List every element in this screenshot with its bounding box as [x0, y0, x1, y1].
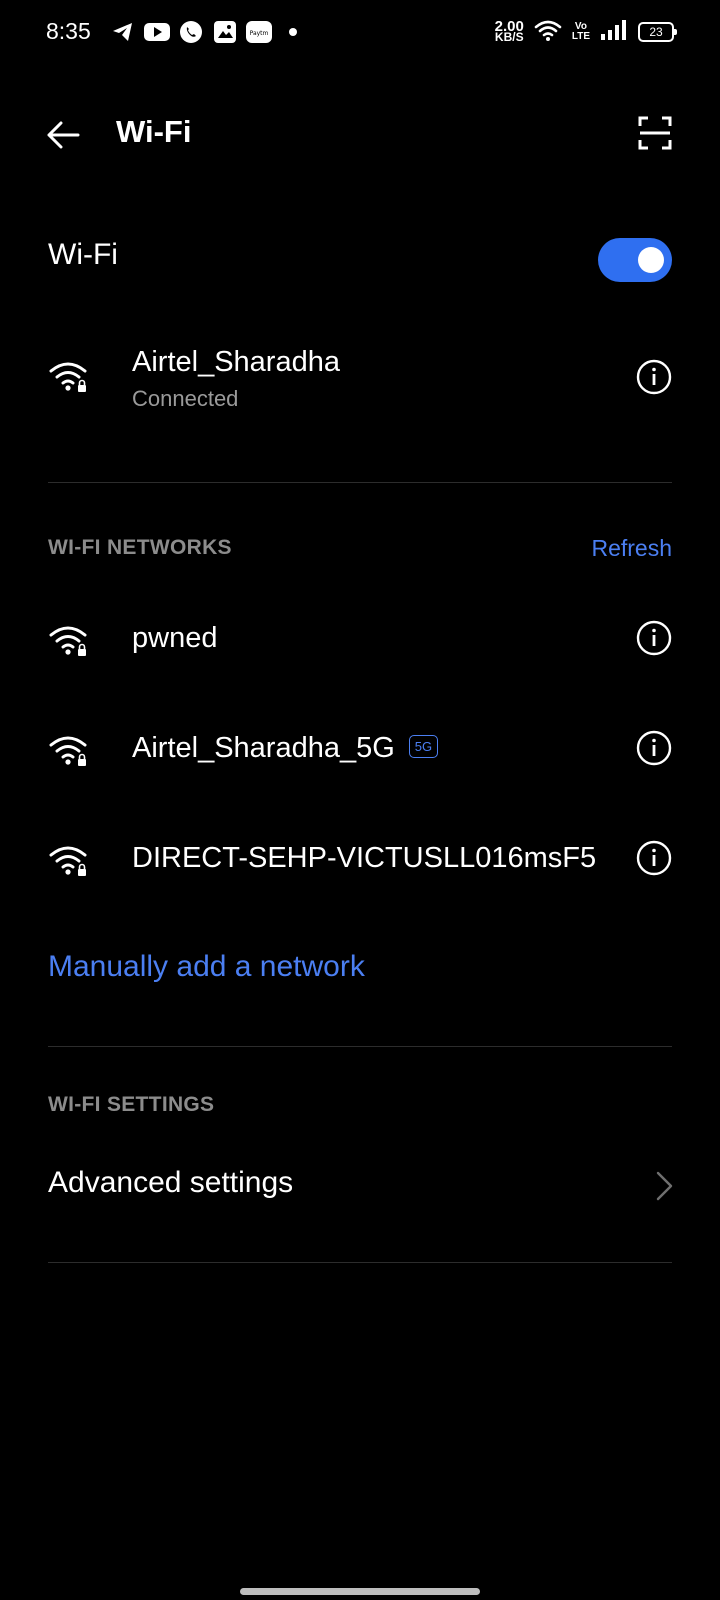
status-time: 8:35 [46, 18, 91, 44]
network-name-with-badge: Airtel_Sharadha_5G 5G [132, 732, 439, 765]
wifi-locked-icon [48, 358, 88, 394]
gallery-icon [212, 19, 238, 45]
wifi-settings-section-title: WI-FI SETTINGS [48, 1093, 215, 1116]
status-system-icons: 2.00 KB/S Vo LTE 23 [494, 16, 677, 48]
wifi-status-icon [534, 18, 562, 47]
wifi-locked-icon [48, 622, 88, 658]
connected-network-name: Airtel_Sharadha [132, 346, 340, 378]
wifi-toggle-switch[interactable] [598, 238, 672, 282]
status-app-icons: Paytm [110, 18, 306, 46]
paytm-icon: Paytm [246, 19, 272, 45]
volte-indicator: Vo LTE [571, 21, 590, 42]
connected-network-row[interactable]: Airtel_Sharadha Connected [0, 340, 720, 430]
wifi-toggle-label: Wi-Fi [48, 238, 118, 271]
youtube-icon [144, 19, 170, 45]
divider [48, 482, 672, 483]
advanced-settings-row[interactable]: Advanced settings [0, 1166, 720, 1226]
network-name: DIRECT-SEHP-VICTUSLL016msF5 [132, 842, 597, 874]
network-name: pwned [132, 622, 218, 654]
network-speed: 2.00 KB/S [494, 18, 524, 44]
info-icon[interactable] [636, 359, 672, 395]
app-header: Wi-Fi [0, 100, 720, 170]
divider [48, 1262, 672, 1263]
wifi-networks-section-title: WI-FI NETWORKS [48, 536, 232, 559]
manually-add-network-link[interactable]: Manually add a network [48, 950, 365, 984]
cell-signal-icon [600, 19, 628, 46]
home-indicator[interactable] [240, 1588, 480, 1595]
notification-dot-icon [280, 19, 306, 45]
advanced-settings-label: Advanced settings [48, 1166, 294, 1199]
chevron-right-icon [652, 1170, 676, 1202]
network-row-airtel-5g[interactable]: Airtel_Sharadha_5G 5G [0, 710, 720, 790]
scan-qr-icon[interactable] [638, 116, 672, 150]
refresh-button[interactable]: Refresh [591, 535, 672, 562]
telegram-icon [110, 19, 136, 45]
paytm-logo-text: Paytm [250, 30, 269, 37]
5g-badge: 5G [408, 735, 439, 758]
network-row-direct[interactable]: DIRECT-SEHP-VICTUSLL016msF5 [0, 820, 720, 900]
battery-indicator: 23 [638, 22, 677, 42]
wifi-locked-icon [48, 842, 88, 878]
info-icon[interactable] [636, 730, 672, 766]
network-row-pwned[interactable]: pwned [0, 600, 720, 680]
toggle-knob [638, 247, 664, 273]
page-title: Wi-Fi [116, 114, 192, 149]
whatsapp-icon [178, 19, 204, 45]
status-bar: 8:35 Paytm 2.00 KB/S Vo LTE 23 [0, 0, 720, 64]
divider [48, 1046, 672, 1047]
wifi-toggle-row[interactable]: Wi-Fi [0, 222, 720, 288]
connected-status: Connected [132, 386, 239, 411]
back-arrow-icon[interactable] [44, 116, 82, 154]
info-icon[interactable] [636, 620, 672, 656]
wifi-locked-icon [48, 732, 88, 768]
network-name: Airtel_Sharadha_5G [132, 732, 395, 764]
info-icon[interactable] [636, 840, 672, 876]
